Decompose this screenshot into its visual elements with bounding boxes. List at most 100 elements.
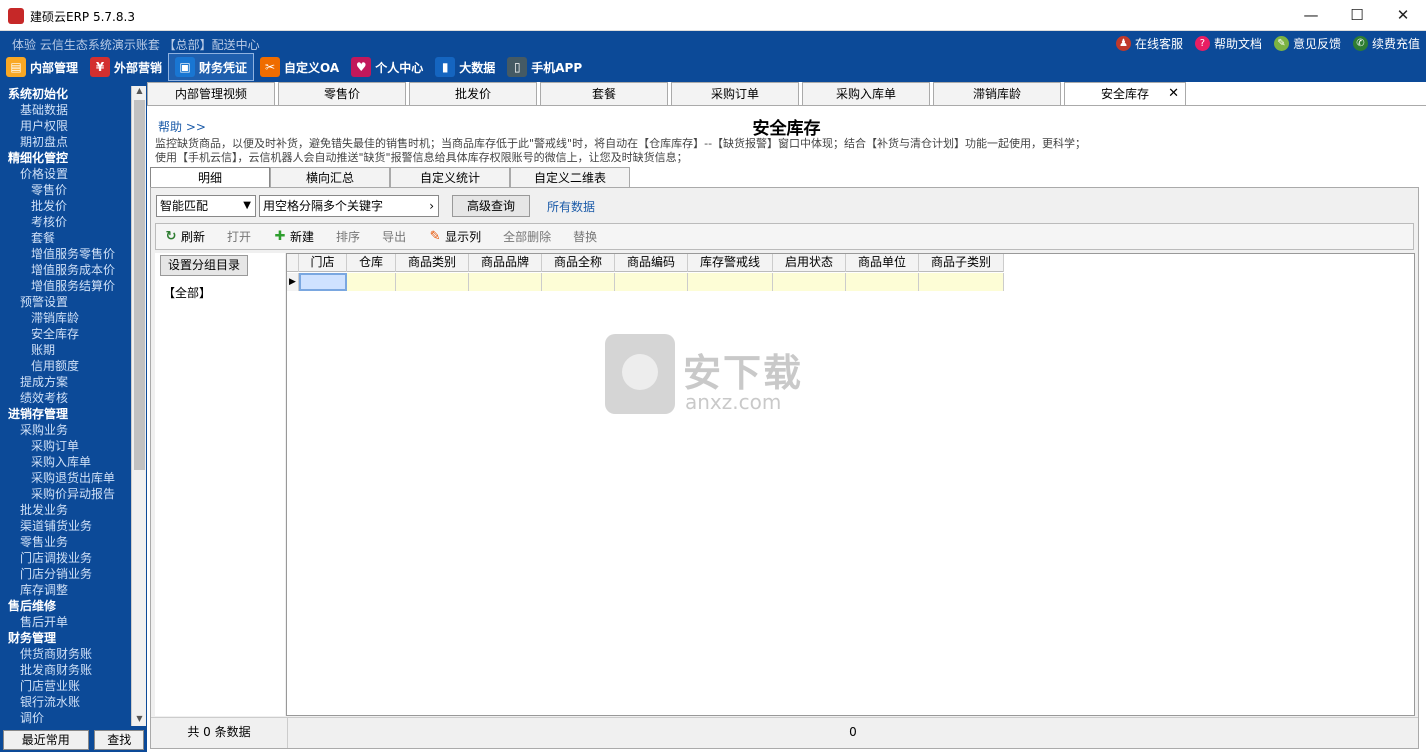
sidebar-item[interactable]: 绩效考核: [0, 390, 130, 406]
sub-tab-0[interactable]: 明细: [150, 167, 270, 188]
sidebar-item[interactable]: 零售价: [0, 182, 130, 198]
module-0[interactable]: ▤ 内部管理: [0, 53, 84, 81]
tab-7[interactable]: 安全库存 ✕: [1064, 82, 1186, 105]
module-6[interactable]: ▯ 手机APP: [501, 53, 588, 81]
table-cell[interactable]: [615, 273, 688, 291]
sidebar-item[interactable]: 售后开单: [0, 614, 130, 630]
minimize-button[interactable]: —: [1288, 0, 1334, 31]
column-header[interactable]: 商品类别: [396, 254, 469, 272]
sidebar-item[interactable]: 采购订单: [0, 438, 130, 454]
tab-2[interactable]: 批发价: [409, 82, 537, 105]
recent-button[interactable]: 最近常用: [2, 730, 89, 750]
sidebar-item[interactable]: 系统初始化: [0, 86, 130, 102]
advanced-search-button[interactable]: 高级查询: [452, 195, 530, 217]
column-header[interactable]: 商品品牌: [469, 254, 542, 272]
sidebar-item[interactable]: 用户权限: [0, 118, 130, 134]
sidebar-item[interactable]: 门店调拨业务: [0, 550, 130, 566]
close-button[interactable]: ✕: [1380, 0, 1426, 31]
tab-3[interactable]: 套餐: [540, 82, 668, 105]
maximize-button[interactable]: ☐: [1334, 0, 1380, 31]
replace-button[interactable]: 替换: [573, 228, 597, 245]
table-cell[interactable]: [347, 273, 396, 291]
sidebar-item[interactable]: 增值服务成本价: [0, 262, 130, 278]
sidebar-item[interactable]: 基础数据: [0, 102, 130, 118]
sort-button[interactable]: 排序: [336, 228, 360, 245]
module-1[interactable]: ¥ 外部营销: [84, 53, 168, 81]
table-cell[interactable]: [469, 273, 542, 291]
sidebar-item[interactable]: 增值服务结算价: [0, 278, 130, 294]
close-icon[interactable]: ✕: [1168, 83, 1179, 105]
sidebar-item[interactable]: 安全库存: [0, 326, 130, 342]
sidebar-item[interactable]: 套餐: [0, 230, 130, 246]
column-header[interactable]: 商品编码: [615, 254, 688, 272]
column-header[interactable]: 门店: [299, 254, 347, 272]
module-3[interactable]: ✂ 自定义OA: [254, 53, 345, 81]
sidebar-item[interactable]: 批发业务: [0, 502, 130, 518]
refresh-button[interactable]: ↻ 刷新: [164, 228, 205, 245]
match-mode-select[interactable]: 智能匹配 ▼: [156, 195, 256, 217]
sidebar-scrollbar[interactable]: ▲ ▼: [131, 86, 146, 726]
sidebar-item[interactable]: 零售业务: [0, 534, 130, 550]
sidebar-item[interactable]: 账期: [0, 342, 130, 358]
sidebar-item[interactable]: 进销存管理: [0, 406, 130, 422]
sidebar-item[interactable]: 提成方案: [0, 374, 130, 390]
column-header[interactable]: 仓库: [347, 254, 396, 272]
sidebar-item[interactable]: 增值服务零售价: [0, 246, 130, 262]
sidebar-item[interactable]: 库存调整: [0, 582, 130, 598]
open-button[interactable]: 打开: [227, 228, 251, 245]
sidebar-item[interactable]: 门店营业账: [0, 678, 130, 694]
sidebar-item[interactable]: 售后维修: [0, 598, 130, 614]
sidebar-item[interactable]: 滞销库龄: [0, 310, 130, 326]
sidebar-item[interactable]: 渠道铺货业务: [0, 518, 130, 534]
sidebar-item[interactable]: 考核价: [0, 214, 130, 230]
top-link-2[interactable]: ✎ 意见反馈: [1273, 35, 1341, 52]
sidebar-item[interactable]: 信用额度: [0, 358, 130, 374]
sidebar-item[interactable]: 批发价: [0, 198, 130, 214]
sidebar-item[interactable]: 预警设置: [0, 294, 130, 310]
sidebar-item[interactable]: 调价: [0, 710, 130, 726]
export-button[interactable]: 导出: [382, 228, 406, 245]
sidebar-item[interactable]: 银行流水账: [0, 694, 130, 710]
help-link[interactable]: 帮助 >>: [158, 118, 206, 135]
find-button[interactable]: 查找: [94, 730, 145, 750]
all-data-link[interactable]: 所有数据: [547, 198, 595, 215]
show-columns-button[interactable]: ✎ 显示列: [428, 228, 481, 245]
sidebar-item[interactable]: 采购入库单: [0, 454, 130, 470]
top-link-0[interactable]: ♟ 在线客服: [1115, 35, 1183, 52]
column-header[interactable]: 库存警戒线: [688, 254, 773, 272]
module-4[interactable]: ♥ 个人中心: [345, 53, 429, 81]
table-cell[interactable]: [396, 273, 469, 291]
tab-6[interactable]: 滞销库龄: [933, 82, 1061, 105]
new-button[interactable]: ✚ 新建: [273, 228, 314, 245]
sub-tab-1[interactable]: 横向汇总: [270, 167, 390, 188]
tab-4[interactable]: 采购订单: [671, 82, 799, 105]
delete-all-button[interactable]: 全部删除: [503, 228, 551, 245]
table-cell[interactable]: [773, 273, 846, 291]
keyword-input[interactable]: 用空格分隔多个关键字 ›: [259, 195, 439, 217]
table-cell[interactable]: [299, 273, 347, 291]
sidebar-item[interactable]: 供货商财务账: [0, 646, 130, 662]
sidebar-item[interactable]: 期初盘点: [0, 134, 130, 150]
sidebar-item[interactable]: 门店分销业务: [0, 566, 130, 582]
scroll-down-icon[interactable]: ▼: [132, 714, 147, 726]
group-all-item[interactable]: 【全部】: [163, 284, 211, 301]
table-cell[interactable]: [919, 273, 1004, 291]
column-header[interactable]: 商品单位: [846, 254, 919, 272]
sidebar-item[interactable]: 采购业务: [0, 422, 130, 438]
sub-tab-3[interactable]: 自定义二维表: [510, 167, 630, 188]
module-2[interactable]: ▣ 财务凭证: [168, 53, 255, 81]
sidebar-item[interactable]: 精细化管控: [0, 150, 130, 166]
sidebar-item[interactable]: 财务管理: [0, 630, 130, 646]
table-cell[interactable]: [688, 273, 773, 291]
top-link-3[interactable]: ✆ 续费充值: [1352, 35, 1420, 52]
sidebar-item[interactable]: 批发商财务账: [0, 662, 130, 678]
sidebar-item[interactable]: 价格设置: [0, 166, 130, 182]
scroll-thumb[interactable]: [134, 100, 145, 470]
tab-5[interactable]: 采购入库单: [802, 82, 930, 105]
tab-1[interactable]: 零售价: [278, 82, 406, 105]
table-cell[interactable]: [542, 273, 615, 291]
sidebar-item[interactable]: 采购退货出库单: [0, 470, 130, 486]
column-header[interactable]: 商品全称: [542, 254, 615, 272]
sidebar-item[interactable]: 采购价异动报告: [0, 486, 130, 502]
table-row[interactable]: ▶: [287, 273, 1004, 291]
